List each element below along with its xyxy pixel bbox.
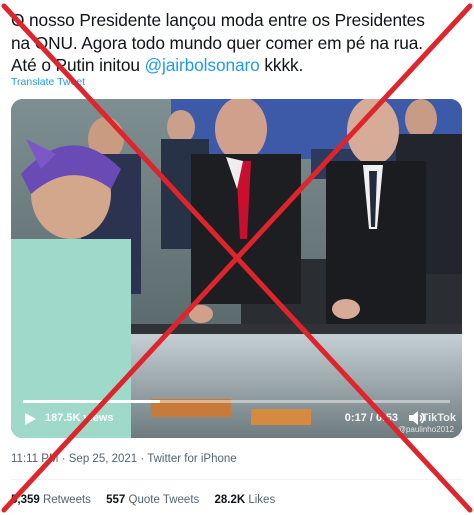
tweet-text: O nosso Presidente lançou moda entre os …	[11, 9, 471, 77]
tweet-text-line3-prefix: Até o Putin initou	[11, 55, 145, 75]
tweet-date[interactable]: Sep 25, 2021	[69, 453, 137, 465]
tweet-time[interactable]: 11:11 PM	[11, 453, 59, 465]
video-controls: 187.5K views 0:17 / 0:53	[11, 398, 462, 438]
tweet-source: Twitter for iPhone	[147, 453, 237, 465]
video-frame	[11, 99, 462, 438]
play-icon[interactable]	[23, 412, 37, 426]
retweets-count: 5,359	[11, 494, 40, 506]
quote-tweets-stat[interactable]: 557 Quote Tweets	[106, 494, 199, 506]
tweet-stats: 5,359 Retweets 557 Quote Tweets 28.2K Li…	[11, 494, 287, 506]
meta-separator-1: ·	[58, 453, 69, 465]
likes-label: Likes	[248, 494, 276, 506]
retweets-stat[interactable]: 5,359 Retweets	[11, 494, 91, 506]
tweet-text-line2: na ONU. Agora todo mundo quer comer em p…	[11, 32, 424, 53]
tweet-text-line3-suffix: kkkk.	[259, 55, 304, 75]
quote-tweets-label: Quote Tweets	[128, 494, 200, 506]
progress-bar[interactable]	[23, 400, 450, 403]
likes-count: 28.2K	[214, 494, 246, 506]
translate-tweet-link[interactable]: Translate Tweet	[11, 76, 85, 88]
meta-separator-2: ·	[137, 453, 148, 465]
retweets-label: Retweets	[42, 494, 91, 506]
tweet-meta: 11:11 PM · Sep 25, 2021 · Twitter for iP…	[11, 453, 237, 465]
mention-link[interactable]: @jairbolsonaro	[145, 55, 260, 75]
quote-tweets-count: 557	[106, 494, 126, 506]
video-time: 0:17 / 0:53	[344, 412, 398, 424]
video-player[interactable]: TikTok @paulinho2012 187.5K views 0:17 /…	[11, 99, 462, 438]
likes-stat[interactable]: 28.2K Likes	[214, 494, 275, 506]
progress-fill	[23, 400, 160, 403]
view-count: 187.5K views	[45, 412, 114, 424]
volume-icon[interactable]	[408, 410, 426, 426]
tweet-text-line1: O nosso Presidente lançou moda entre os …	[11, 10, 425, 30]
divider	[11, 479, 463, 480]
